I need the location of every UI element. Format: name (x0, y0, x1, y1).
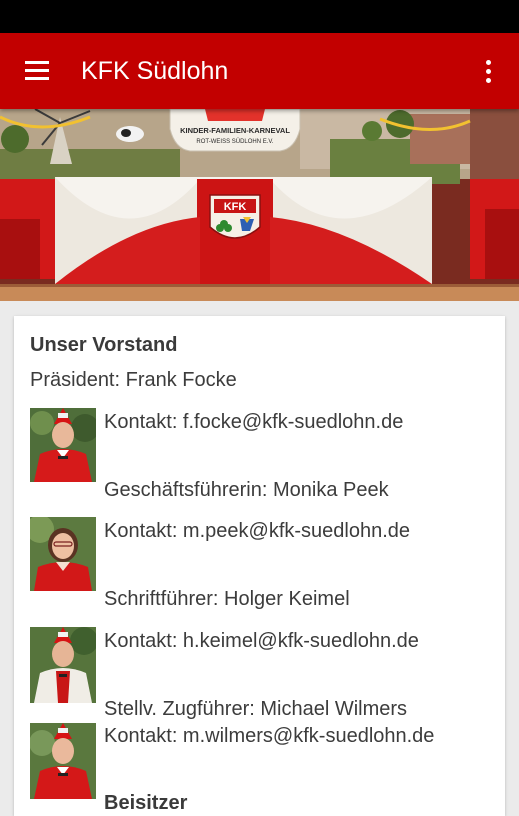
banner-text-line2: ROT-WEISS SÜDLOHN E.V. (196, 138, 273, 145)
member-role: Schriftführer: Holger Keimel (104, 588, 350, 610)
avatar (30, 517, 96, 591)
section-title: Unser Vorstand (30, 334, 178, 356)
emblem-text: KFK (224, 201, 247, 213)
avatar (30, 408, 96, 482)
member-contact[interactable]: Kontakt: m.peek@kfk-suedlohn.de (104, 520, 410, 543)
board-card: Unser Vorstand Präsident: Frank Focke Ko… (14, 316, 505, 816)
section-heading-beisitzer: Beisitzer (104, 792, 188, 814)
member-contact[interactable]: Kontakt: f.focke@kfk-suedlohn.de (104, 411, 403, 434)
member-role: Stellv. Zugführer: Michael Wilmers (104, 698, 408, 720)
banner-text-line1: KINDER-FAMILIEN-KARNEVAL (180, 126, 290, 135)
status-bar (0, 0, 519, 33)
more-vertical-icon[interactable] (478, 57, 500, 85)
avatar (30, 723, 96, 799)
hamburger-menu-icon[interactable] (22, 59, 52, 83)
member-contact[interactable]: Kontakt: h.keimel@kfk-suedlohn.de (104, 630, 419, 653)
hero-image: KINDER-FAMILIEN-KARNEVAL ROT-WEISS SÜDLO… (0, 109, 519, 301)
app-bar: KFK Südlohn (0, 33, 519, 109)
avatar (30, 627, 96, 703)
member-contact[interactable]: Kontakt: m.wilmers@kfk-suedlohn.de (104, 725, 434, 748)
app-title: KFK Südlohn (81, 57, 229, 85)
member-role: Geschäftsführerin: Monika Peek (104, 479, 389, 501)
member-role: Präsident: Frank Focke (30, 369, 237, 391)
